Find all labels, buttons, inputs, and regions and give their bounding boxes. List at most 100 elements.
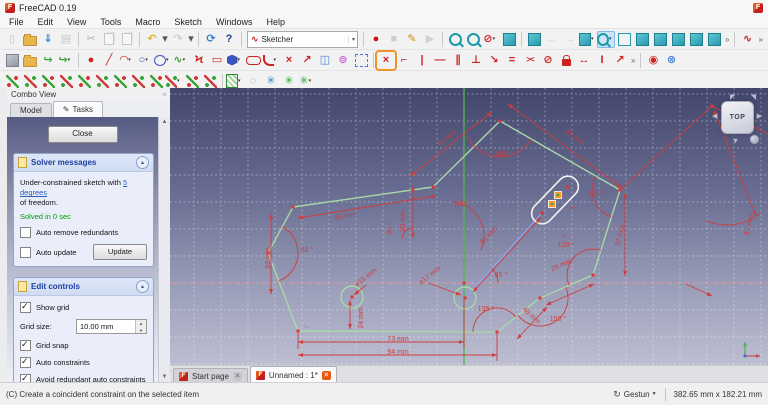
dropdown-arrow-icon[interactable]: ▾	[274, 57, 280, 63]
clipping-plane-icon[interactable]: ⊘ ▾	[482, 31, 500, 48]
constraint-equal-icon[interactable]: =	[503, 52, 521, 69]
dimension-label[interactable]: 30 mm	[400, 210, 407, 232]
constraint-coincident-icon[interactable]: ×	[377, 52, 395, 69]
macro-edit-icon[interactable]: ✎	[403, 31, 421, 48]
nav-forward-icon[interactable]: →	[561, 31, 579, 48]
cube-arrow-up-right-icon[interactable]: ◥	[751, 93, 756, 101]
scroll-up-icon[interactable]: ▲	[162, 117, 168, 127]
document-tab-start-page[interactable]: F Start page ✕	[173, 368, 248, 383]
macro-record-icon[interactable]: ●	[367, 31, 385, 48]
external-geometry-icon[interactable]: ◫	[316, 52, 334, 69]
bspline-decrease-knot-multiplicity-icon[interactable]: ▾	[165, 73, 183, 90]
avoid-redundant-checkbox[interactable]: Avoid redundant auto constraints	[20, 373, 147, 382]
menu-file[interactable]: File	[2, 15, 31, 28]
navigation-style-selector[interactable]: Gestun	[624, 390, 650, 399]
checkbox-icon[interactable]	[20, 373, 31, 382]
collapse-section-icon[interactable]: ▴	[136, 280, 149, 294]
auto-update-checkbox[interactable]	[20, 246, 31, 258]
checkbox-icon[interactable]	[20, 339, 31, 352]
close-tab-icon[interactable]: ✕	[321, 370, 331, 380]
view-right-icon[interactable]	[669, 31, 687, 48]
navigation-cube[interactable]: ◤ ◥ ◀ ▶ ▼ TOP	[712, 94, 762, 148]
dimension-label[interactable]: 60 °	[301, 246, 314, 254]
dimension-label[interactable]: 105 °	[589, 190, 606, 198]
cube-arrow-down-icon[interactable]: ▼	[732, 138, 739, 145]
view-front-icon[interactable]	[633, 31, 651, 48]
constraint-horizontal-icon[interactable]: —	[431, 52, 449, 69]
bspline-increase-degree-icon[interactable]	[111, 73, 129, 90]
checkbox-icon[interactable]	[20, 356, 31, 369]
create-bspline-icon[interactable]: ∿ ▾	[172, 52, 190, 69]
undo-menu-icon[interactable]: ▾	[161, 31, 169, 48]
move-geometry-icon[interactable]: ✳ ▾	[298, 73, 316, 90]
dimension-label[interactable]: 150 °	[454, 200, 471, 208]
redo-menu-icon[interactable]: ▾	[187, 31, 195, 48]
bspline-pole-weight-icon[interactable]	[75, 73, 93, 90]
view-top-icon[interactable]	[651, 31, 669, 48]
dimension-label[interactable]: 150 °	[550, 315, 567, 323]
refresh-icon[interactable]: ⟳	[202, 31, 220, 48]
constraint-distance-icon[interactable]: ↗	[611, 52, 629, 69]
bspline-increase-knot-multiplicity-icon[interactable]	[147, 73, 165, 90]
dropdown-arrow-icon[interactable]: ▾	[238, 57, 244, 63]
toggle-active-constraint-icon[interactable]: ⊗	[662, 52, 680, 69]
float-panel-icon[interactable]: ▫	[163, 90, 166, 99]
fit-all-icon[interactable]	[525, 31, 543, 48]
open-file-icon[interactable]	[21, 31, 39, 48]
workbench-selector[interactable]: ∿ Sketcher ▾	[247, 30, 358, 48]
macro-stop-icon[interactable]: ■	[385, 31, 403, 48]
constraint-v-distance-icon[interactable]: I	[593, 52, 611, 69]
menu-windows[interactable]: Windows	[209, 15, 260, 28]
box-zoom-icon[interactable]	[446, 31, 464, 48]
show-grid-checkbox[interactable]: Show grid	[20, 301, 147, 314]
tab-model[interactable]: Model	[10, 103, 52, 117]
3d-viewport[interactable]: 41 mm 87 mm 85 mm 53 mm 30 mm 90 ° 150 ° 105 ° 1…	[170, 88, 768, 365]
dropdown-arrow-icon[interactable]: ▾	[183, 57, 189, 63]
scroll-down-icon[interactable]: ▼	[162, 372, 168, 382]
make-link-menu-icon[interactable]: ↪ ▾	[57, 52, 75, 69]
toolbar-overflow-icon[interactable]: »	[723, 35, 731, 44]
update-button[interactable]: Update	[93, 244, 147, 261]
cube-arrow-up-left-icon[interactable]: ◤	[730, 93, 735, 101]
sketch-canvas[interactable]: 41 mm 87 mm85 mm53 mm30 mm90 °150 °105 °1…	[170, 88, 768, 365]
create-arc-icon[interactable]: ◠ ▾	[118, 52, 136, 69]
dropdown-arrow-icon[interactable]: ▾	[145, 57, 151, 63]
toggle-driving-constraint-icon[interactable]: ◉	[644, 52, 662, 69]
dimension-label[interactable]: 24 mm	[358, 307, 365, 329]
extend-edge-icon[interactable]: ↗	[298, 52, 316, 69]
constraint-point-on-object-icon[interactable]: ⌐	[395, 52, 413, 69]
toolbar-overflow-icon[interactable]: »	[629, 56, 637, 65]
bspline-control-polygon-icon[interactable]	[21, 73, 39, 90]
dropdown-arrow-icon[interactable]: ▾	[493, 36, 499, 42]
toolbar-overflow-icon[interactable]: »	[756, 35, 764, 44]
nav-sphere-icon[interactable]	[750, 135, 759, 144]
bspline-show-degree-icon[interactable]	[3, 73, 21, 90]
close-tab-icon[interactable]: ✕	[232, 371, 242, 381]
constraint-tangent-icon[interactable]: ↘	[485, 52, 503, 69]
grid-snap-checkbox[interactable]: Grid snap	[20, 339, 147, 352]
dropdown-arrow-icon[interactable]: ▾	[68, 57, 74, 63]
select-constraints-icon[interactable]: ▾	[226, 73, 244, 90]
panel-scrollbar[interactable]: ▲ ▼	[158, 117, 170, 382]
redo-icon[interactable]: ↷	[169, 31, 187, 48]
print-icon[interactable]: ▤	[57, 31, 75, 48]
constraint-perpendicular-icon[interactable]: ⊥	[467, 52, 485, 69]
checkbox-icon[interactable]	[20, 227, 31, 239]
dropdown-arrow-icon[interactable]: ▾	[309, 78, 315, 84]
nav-back-icon[interactable]: ←	[543, 31, 561, 48]
create-conic-icon[interactable]: ▾	[154, 52, 172, 69]
convert-to-bspline-icon[interactable]	[93, 73, 111, 90]
collapse-section-icon[interactable]: ▴	[136, 156, 149, 169]
macro-play-icon[interactable]: ▶	[421, 31, 439, 48]
view-bottom-icon[interactable]	[705, 31, 723, 48]
zoom-icon[interactable]	[464, 31, 482, 48]
create-sketch-icon[interactable]: ∿	[738, 31, 756, 48]
constraint-vertical-icon[interactable]: |	[413, 52, 431, 69]
dimension-label[interactable]: 94 mm	[387, 349, 409, 356]
carbon-copy-icon[interactable]: ⊚	[334, 52, 352, 69]
save-file-icon[interactable]: ⇓	[39, 31, 57, 48]
cube-arrow-right-icon[interactable]: ▶	[757, 112, 762, 120]
menu-help[interactable]: Help	[259, 15, 292, 28]
copy-icon[interactable]	[100, 31, 118, 48]
menu-tools[interactable]: Tools	[93, 15, 128, 28]
